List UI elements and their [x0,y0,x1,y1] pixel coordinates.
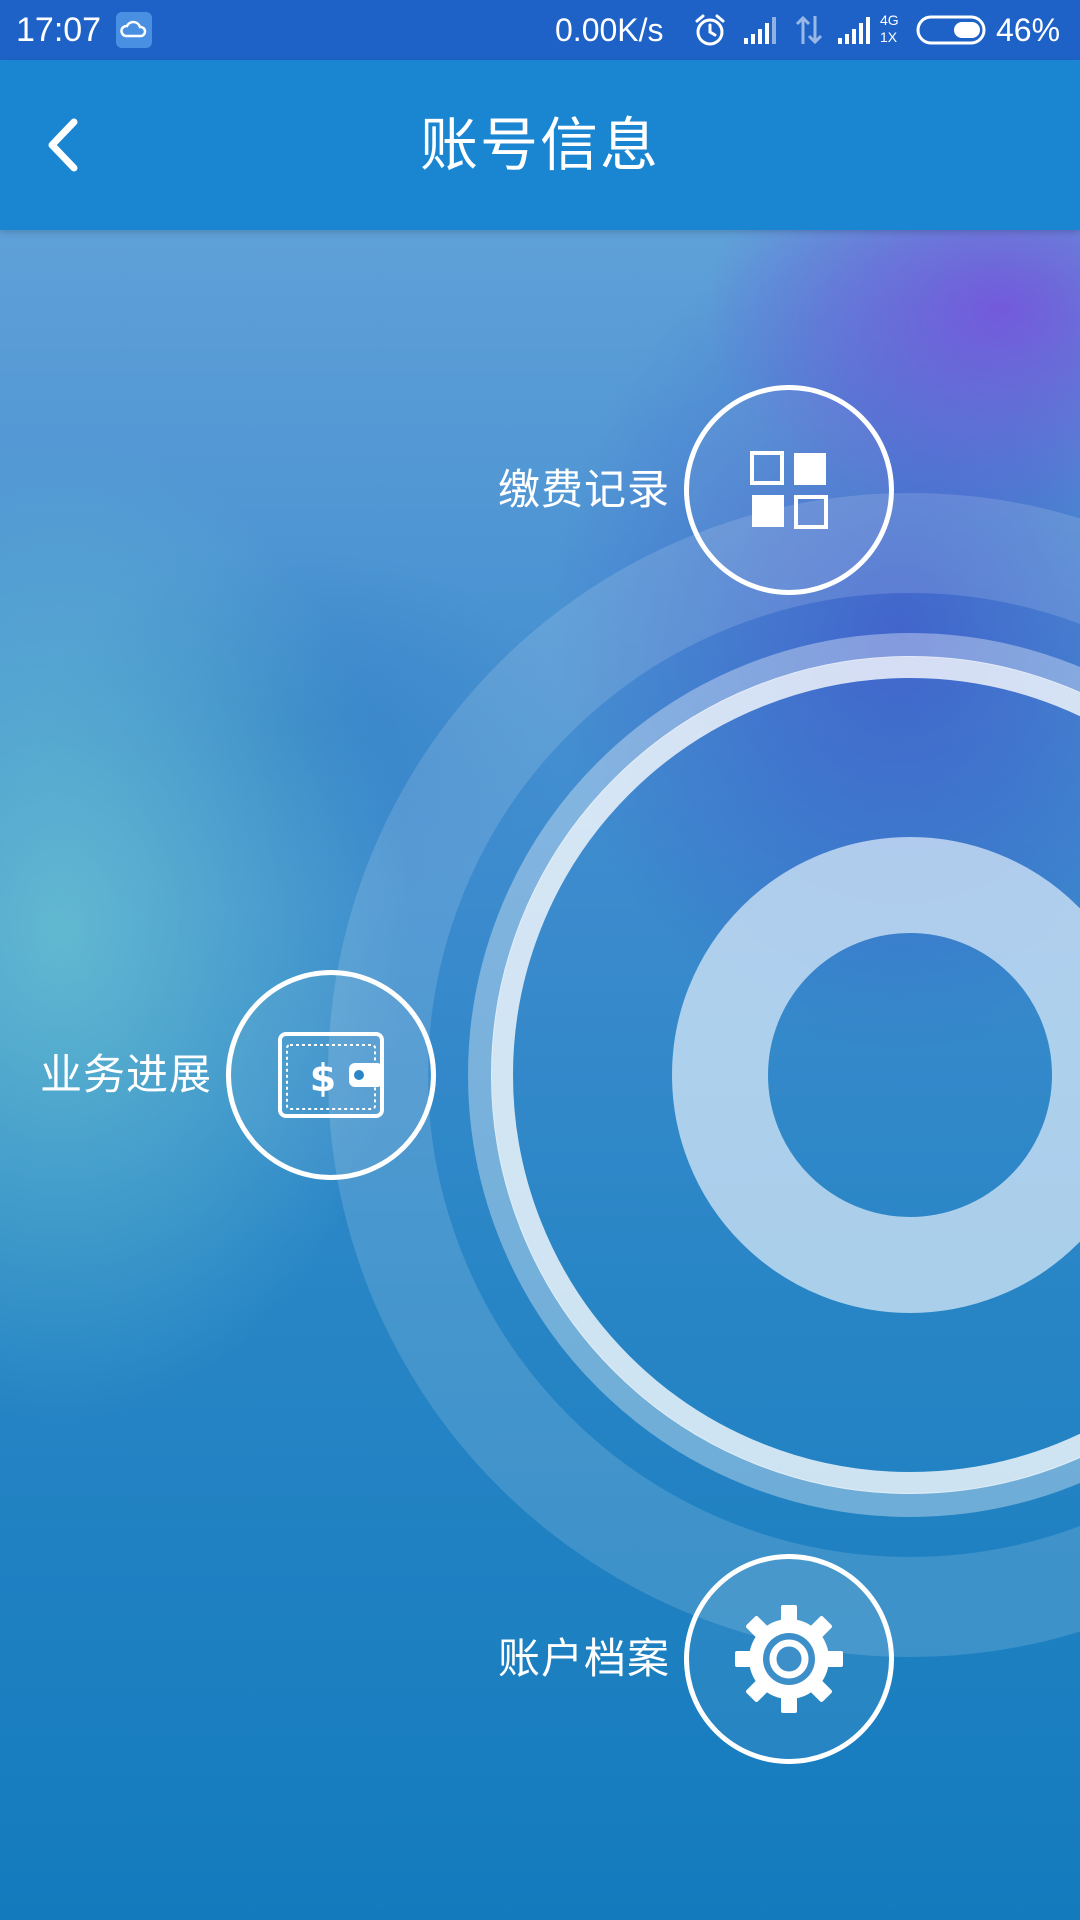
app-bar: 账号信息 [0,60,1080,230]
payment-records-button[interactable] [684,385,895,595]
battery-icon [916,14,990,50]
alarm-icon [692,12,728,52]
network-label-top: 4G [880,12,899,28]
business-progress-label: 业务进展 [40,1050,213,1099]
net-speed: 0.00K/s [555,12,664,48]
grid-icon [750,451,829,529]
status-bar: 17:07 0.00K/s 4G 1X 46% [0,0,1080,60]
signal-icon [836,14,876,50]
page-title: 账号信息 [419,111,660,179]
payment-records-label: 缴费记录 [498,465,671,514]
signal-icon [742,14,780,50]
cloud-icon [116,12,152,48]
screen: 17:07 0.00K/s 4G 1X 46% 账号信息 缴费记录 业务进展 $… [0,0,1080,1920]
network-type: 4G 1X [880,12,910,46]
account-profile-button[interactable] [684,1554,895,1764]
menu-item-account-profile[interactable]: 账户档案 [498,1554,895,1764]
data-arrows-icon [794,12,824,52]
business-progress-button[interactable]: $ [226,970,437,1180]
battery-percent: 46% [996,12,1061,48]
account-profile-label: 账户档案 [498,1634,671,1683]
wallet-icon: $ [278,1032,385,1118]
network-label-bottom: 1X [880,29,898,45]
status-time: 17:07 [16,11,102,49]
gear-icon [735,1605,844,1713]
svg-text:$: $ [310,1056,336,1100]
menu-item-business-progress[interactable]: 业务进展 $ [40,970,437,1180]
menu-item-payment-records[interactable]: 缴费记录 [498,385,895,595]
